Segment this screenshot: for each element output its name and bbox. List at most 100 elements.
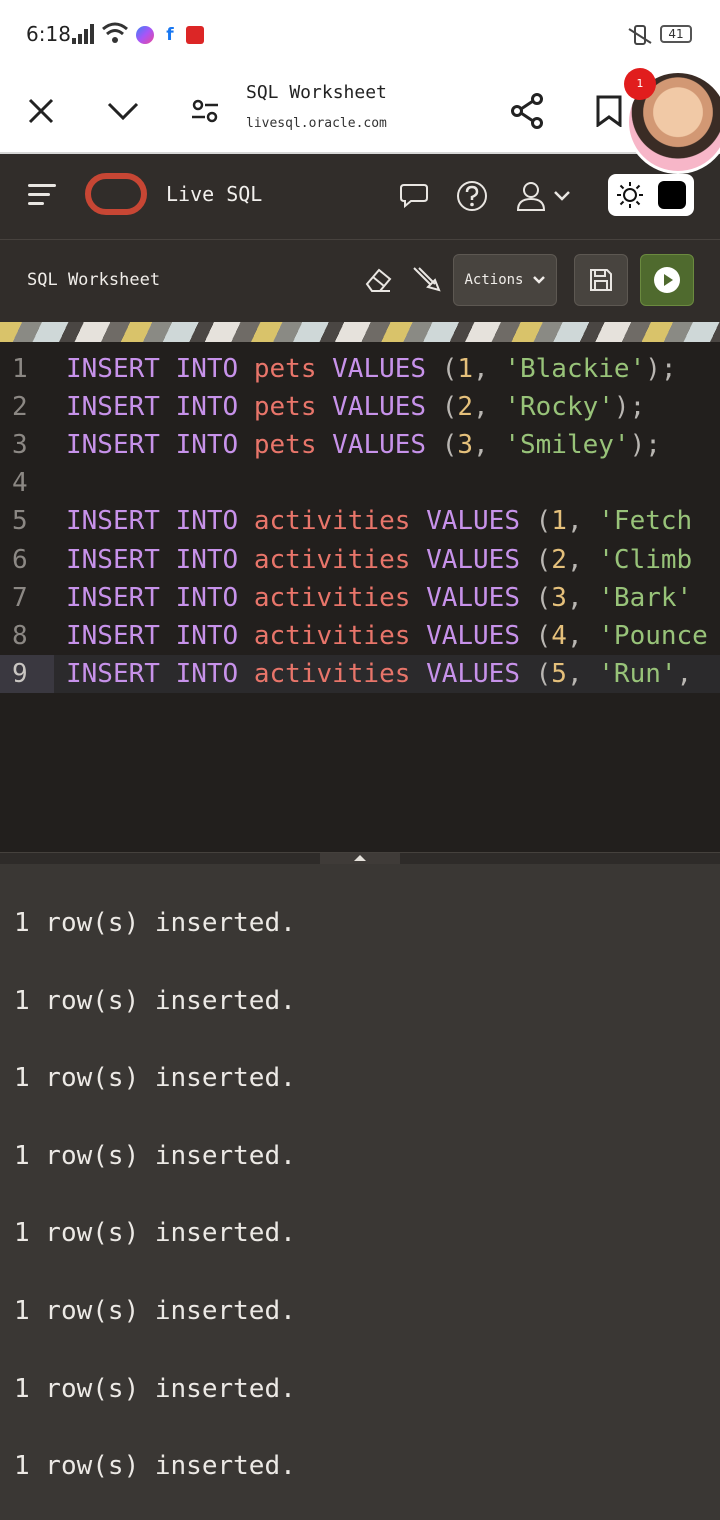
signal-icon [72,24,94,44]
code-line[interactable]: 5 INSERT INTO activities VALUES (1, 'Fetc… [0,502,720,540]
output-message: 1 row(s) inserted. [14,985,296,1016]
code-token-kw1: INSERT [66,354,160,384]
code-line[interactable]: 6 INSERT INTO activities VALUES (2, 'Clim… [0,541,720,579]
user-menu-button[interactable] [512,178,574,214]
code-token-open: ( [441,430,458,461]
help-button[interactable] [454,178,490,214]
actions-dropdown[interactable]: Actions [453,254,557,306]
line-number: 4 [12,468,28,499]
code-token-kw3: VALUES [332,392,427,423]
worksheet-toolbar: SQL Worksheet Actions [0,240,720,322]
code-token-num: 5 [551,658,567,689]
code-token-comma: , [566,620,583,651]
line-number: 8 [12,620,28,651]
code-token-table: activities [253,582,411,613]
code-token-kw3: VALUES [332,430,427,461]
output-message: 1 row(s) inserted. [14,1063,296,1094]
actions-label: Actions [464,272,524,288]
line-number: 7 [12,582,28,613]
code-token-kw2: INTO [175,506,239,537]
share-button[interactable] [502,86,552,136]
code-text: INSERT INTO activities VALUES (2, 'Climb [66,541,692,579]
code-token-kw2: INTO [175,392,239,423]
code-line[interactable]: 3 INSERT INTO pets VALUES (3, 'Smiley'); [0,426,720,464]
code-text: INSERT INTO pets VALUES (3, 'Smiley'); [66,426,661,464]
menu-icon[interactable] [28,184,56,208]
code-token-open: ( [441,354,458,384]
code-token-kw2: INTO [175,544,239,575]
code-token-kw1: INSERT [66,658,160,689]
play-icon [654,267,680,293]
line-number: 1 [12,354,28,384]
code-token-str: 'Blackie' [504,354,646,384]
run-button[interactable] [640,254,694,306]
code-token-str: 'Climb [598,544,693,575]
code-token-comma: , [566,582,583,613]
minimize-button[interactable] [98,86,148,136]
site-settings-button[interactable] [180,86,230,136]
code-token-table: pets [253,354,317,384]
panel-splitter[interactable] [0,852,720,865]
code-token-table: activities [253,658,411,689]
code-token-num: 2 [551,544,567,575]
code-line[interactable]: 1 INSERT INTO pets VALUES (1, 'Blackie'); [0,350,720,388]
line-number: 9 [0,654,54,693]
code-token-comma: , [473,430,489,461]
code-line[interactable]: 8 INSERT INTO activities VALUES (4, 'Poun… [0,617,720,655]
code-token-num: 2 [457,392,474,423]
code-token-str: 'Bark' [598,582,693,613]
wifi-icon [102,22,128,43]
code-token-tail: ); [629,430,661,461]
status-time: 6:18 [26,22,71,46]
page-url: livesql.oracle.com [246,116,387,131]
app-header: Live SQL [0,154,720,240]
code-token-table: activities [253,506,411,537]
code-token-kw1: INSERT [66,544,160,575]
code-text: INSERT INTO activities VALUES (4, 'Pounc… [66,617,708,655]
code-token-kw3: VALUES [426,544,520,575]
save-icon [590,269,612,291]
eraser-icon [365,268,392,292]
status-bar: 6:18 f 41 [0,0,720,68]
code-text: INSERT INTO pets VALUES (1, 'Blackie'); [66,350,677,388]
theme-toggle[interactable] [608,174,694,216]
code-token-kw3: VALUES [426,506,520,537]
code-token-str: 'Rocky' [504,392,614,423]
output-panel: 1 row(s) inserted. 1 row(s) inserted. 1 ro… [0,864,720,1520]
code-text: INSERT INTO activities VALUES (5, 'Run', [66,655,692,693]
messenger-icon [136,26,154,44]
code-line[interactable]: 7 INSERT INTO activities VALUES (3, 'Bark… [0,579,720,617]
browser-bar: SQL Worksheet livesql.oracle.com [0,68,720,154]
sql-editor[interactable]: 1 INSERT INTO pets VALUES (1, 'Blackie');… [0,342,720,852]
code-line[interactable]: 4 [0,464,720,502]
code-token-open: ( [535,544,552,575]
line-number: 3 [12,430,28,461]
dark-mode-option[interactable] [658,181,686,209]
code-token-comma: , [473,354,489,384]
vibrate-mute-icon [628,25,652,45]
code-token-str: 'Smiley' [504,430,630,461]
clear-button[interactable] [360,262,396,298]
share-icon [511,93,543,129]
worksheet-title: SQL Worksheet [27,270,161,290]
code-text: INSERT INTO activities VALUES (1, 'Fetch [66,502,692,540]
code-line[interactable]: 9 INSERT INTO activities VALUES (5, 'Run'… [0,654,720,693]
code-token-table: activities [253,620,411,651]
format-button[interactable] [408,262,444,298]
notification-app-icon [186,26,204,44]
code-text: INSERT INTO pets VALUES (2, 'Rocky'); [66,388,645,426]
code-token-table: pets [253,392,317,423]
oracle-logo[interactable] [85,173,147,215]
output-message: 1 row(s) inserted. [14,1296,296,1326]
feedback-button[interactable] [396,178,432,214]
code-token-num: 1 [551,506,567,537]
code-token-kw1: INSERT [66,430,160,461]
output-message: 1 row(s) inserted. [14,1451,296,1482]
save-button[interactable] [574,254,628,306]
close-button[interactable] [16,86,66,136]
code-token-str: 'Run' [598,658,677,689]
code-line[interactable]: 2 INSERT INTO pets VALUES (2, 'Rocky'); [0,388,720,426]
help-icon [457,181,487,211]
code-token-open: ( [535,506,552,537]
chevron-down-icon [532,276,545,284]
